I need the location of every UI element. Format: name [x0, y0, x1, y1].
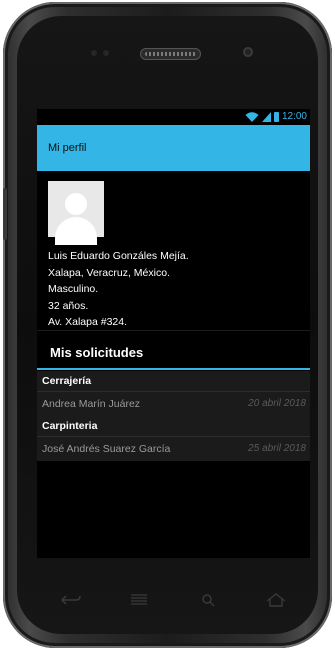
front-camera-icon: [243, 47, 253, 57]
request-date: 25 abril 2018: [248, 443, 306, 454]
back-button[interactable]: [56, 588, 86, 612]
request-person: Andrea Marín Juárez: [42, 398, 141, 410]
search-icon: [201, 594, 215, 607]
earpiece-speaker: [140, 48, 201, 60]
request-item[interactable]: Cerrajería Andrea Marín Juárez 20 abril …: [37, 371, 310, 416]
request-category: Carpinteria: [42, 420, 98, 432]
home-button[interactable]: [261, 588, 291, 612]
profile-gender: Masculino.: [48, 283, 99, 295]
wifi-icon: [245, 112, 259, 122]
request-separator: [37, 391, 310, 392]
device-nav-bar: [37, 580, 310, 620]
battery-icon: [273, 112, 279, 122]
avatar-shoulders: [55, 217, 97, 245]
request-date: 20 abril 2018: [248, 398, 306, 409]
status-bar: 12:00: [37, 109, 310, 125]
request-person: José Andrés Suarez García: [42, 443, 171, 455]
action-bar: Mi perfil: [37, 125, 310, 171]
proximity-sensor: [91, 50, 97, 56]
signal-icon: [261, 112, 271, 122]
request-category: Cerrajería: [42, 375, 92, 387]
menu-icon: [131, 594, 148, 605]
screen: 12:00 Mi perfil Luis Eduardo Gonzáles Me…: [37, 109, 310, 558]
search-button[interactable]: [193, 588, 223, 612]
requests-title: Mis solicitudes: [50, 345, 144, 360]
profile-age: 32 años.: [48, 299, 89, 312]
divider: [37, 330, 310, 331]
request-item[interactable]: Carpinteria José Andrés Suarez García 25…: [37, 416, 310, 461]
light-sensor: [103, 50, 109, 56]
home-icon: [266, 593, 286, 607]
profile-location: Xalapa, Veracruz, México.: [48, 266, 170, 279]
profile-address: Av. Xalapa #324.: [48, 316, 128, 328]
page-title: Mi perfil: [48, 142, 87, 154]
profile-details: Luis Eduardo Gonzáles Mejía. Xalapa, Ver…: [48, 248, 189, 331]
requests-title-underline: [37, 368, 310, 370]
status-time: 12:00: [281, 111, 307, 122]
avatar-head: [65, 193, 87, 215]
side-volume-button: [3, 188, 7, 240]
menu-button[interactable]: [124, 588, 154, 612]
user-avatar-placeholder-icon[interactable]: [48, 181, 104, 245]
profile-name: Luis Eduardo Gonzáles Mejía.: [48, 250, 189, 262]
request-separator: [37, 436, 310, 437]
back-icon: [61, 595, 81, 605]
